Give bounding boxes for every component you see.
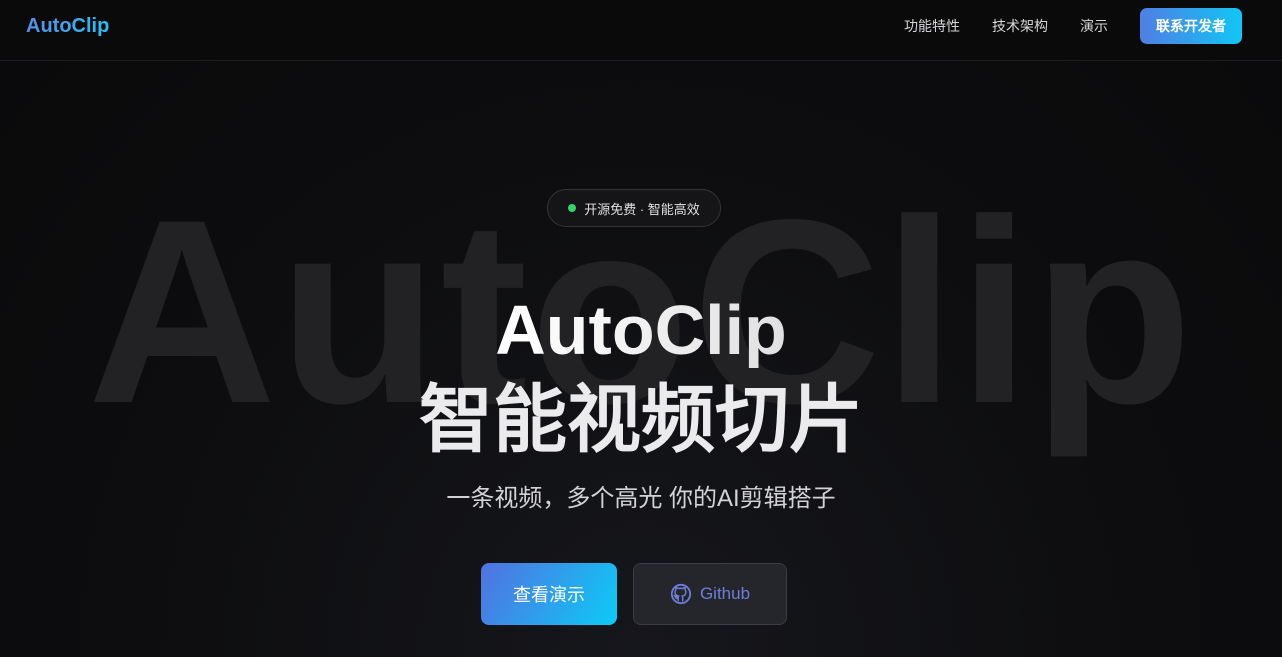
github-button[interactable]: Github [633,563,787,625]
nav-link-architecture[interactable]: 技术架构 [992,18,1048,35]
view-demo-button[interactable]: 查看演示 [481,563,617,625]
github-label: Github [699,584,751,603]
github-icon [670,583,692,605]
badge-label: 开源免费 · 智能高效 [584,201,700,217]
logo[interactable]: AutoClip [26,14,109,38]
status-dot-icon [568,204,577,212]
hero-title: AutoClip [0,292,1282,368]
landing-page: AutoClip 功能特性 技术架构 演示 联系开发者 AutoClip 开源免… [0,0,1282,657]
hero-subtitle: 智能视频切片 [419,378,863,461]
feature-badge: 开源免费 · 智能高效 [547,189,721,227]
hero-tagline: 一条视频，多个高光 你的AI剪辑搭子 [446,485,836,512]
nav-links: 功能特性 技术架构 演示 [872,18,1108,35]
nav-link-demo[interactable]: 演示 [1080,18,1108,35]
contact-developer-button[interactable]: 联系开发者 [1140,8,1242,44]
nav-link-features[interactable]: 功能特性 [904,18,960,35]
top-navbar: AutoClip 功能特性 技术架构 演示 联系开发者 [0,0,1282,61]
